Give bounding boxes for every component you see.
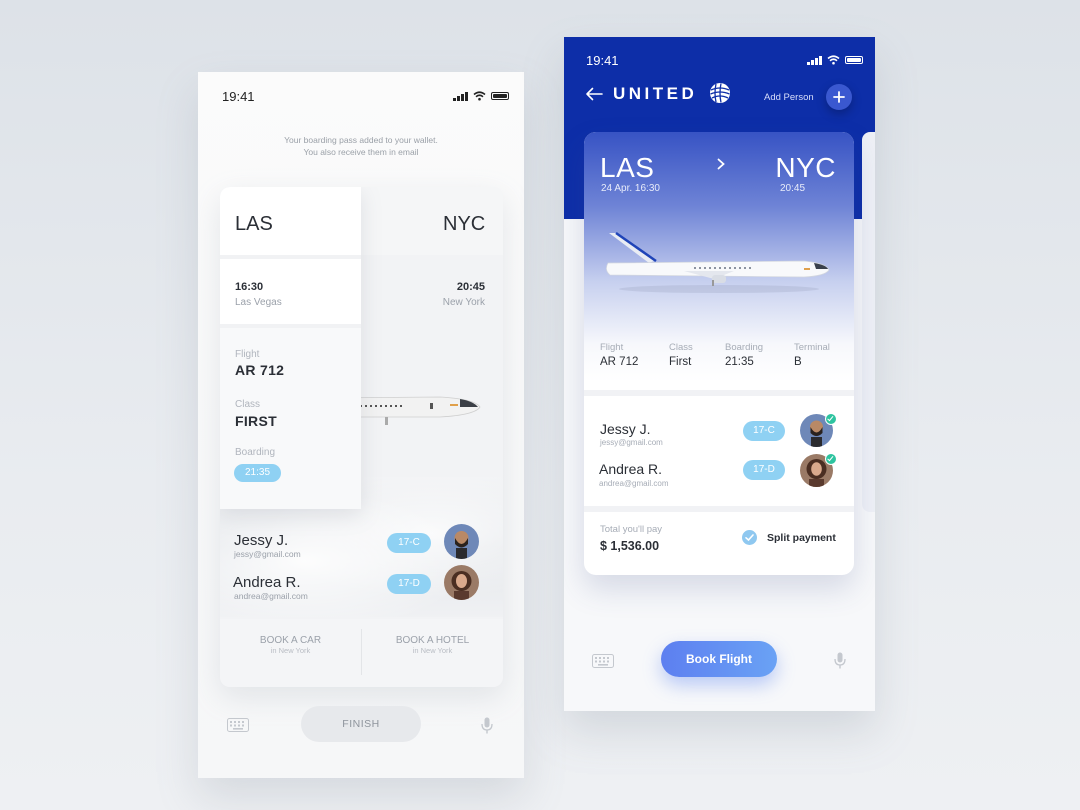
boarding-pass-card: LAS NYC 16:30 Las Vegas 20:45 New York F… <box>220 187 503 687</box>
passenger-1-seat[interactable]: 17-C <box>387 533 431 553</box>
arrive-time: 20:45 <box>456 281 485 293</box>
book-car-sub: in New York <box>270 646 311 655</box>
passenger-1-email: jessy@gmail.com <box>600 438 663 447</box>
passenger-1-name: Jessy J. <box>234 532 289 549</box>
arrive-city: New York <box>442 297 485 308</box>
origin-datetime: 24 Apr. 16:30 <box>601 183 660 194</box>
origin-code: LAS <box>235 213 273 235</box>
add-person-button[interactable] <box>826 84 852 110</box>
status-icons <box>453 91 509 101</box>
book-hotel-label: BOOK A HOTEL <box>395 635 470 646</box>
detail-terminal-label: Terminal <box>794 342 830 353</box>
book-flight-button[interactable]: Book Flight <box>661 641 777 677</box>
class-label: Class <box>235 399 261 410</box>
passenger-2-name: Andrea R. <box>599 461 663 477</box>
flight-value: AR 712 <box>235 362 285 378</box>
book-car-button[interactable]: BOOK A CAR in New York <box>220 635 361 655</box>
book-hotel-sub: in New York <box>412 646 453 655</box>
wifi-icon <box>826 55 840 65</box>
passenger-1-seat[interactable]: 17-C <box>743 421 785 441</box>
passenger-2-avatar <box>444 565 479 600</box>
passenger-1-name: Jessy J. <box>600 421 651 437</box>
wallet-notice: Your boarding pass added to your wallet.… <box>198 134 524 158</box>
total-label: Total you'll pay <box>600 524 663 535</box>
card-divider-2 <box>584 506 854 512</box>
check-icon <box>745 534 754 542</box>
status-time: 19:41 <box>222 89 255 104</box>
notice-line-1: Your boarding pass added to your wallet. <box>284 135 438 145</box>
passenger-1-email: jessy@gmail.com <box>234 549 301 559</box>
destination-code: NYC <box>443 213 486 235</box>
detail-boarding-value: 21:35 <box>725 356 754 368</box>
battery-icon <box>844 56 863 64</box>
boarding-label: Boarding <box>235 447 276 458</box>
passenger-2-email: andrea@gmail.com <box>234 591 308 601</box>
detail-class-value: First <box>669 356 692 368</box>
next-card-peek <box>862 132 875 512</box>
status-icons <box>807 55 863 65</box>
detail-flight-label: Flight <box>600 342 624 353</box>
detail-flight-value: AR 712 <box>600 356 639 368</box>
microphone-icon[interactable] <box>481 717 493 734</box>
passenger-2-check-icon <box>825 453 837 465</box>
flight-label: Flight <box>235 349 260 360</box>
origin-code: LAS <box>600 152 655 183</box>
plus-icon <box>833 91 845 103</box>
passenger-2-name: Andrea R. <box>233 574 301 591</box>
add-person-label[interactable]: Add Person <box>764 92 814 103</box>
class-value: FIRST <box>235 413 277 429</box>
boarding-time-pill: 21:35 <box>234 464 281 482</box>
wifi-icon <box>472 91 486 101</box>
split-payment-checkbox[interactable] <box>742 530 757 545</box>
united-wordmark: UNITED <box>613 84 698 103</box>
passenger-1-check-icon <box>825 413 837 425</box>
battery-icon <box>490 92 509 100</box>
book-car-label: BOOK A CAR <box>259 635 322 646</box>
book-hotel-button[interactable]: BOOK A HOTEL in New York <box>362 635 503 655</box>
microphone-icon[interactable] <box>834 652 846 669</box>
airplane-image <box>606 231 830 293</box>
passenger-2-seat[interactable]: 17-D <box>743 460 785 480</box>
passenger-2-seat[interactable]: 17-D <box>387 574 431 594</box>
keyboard-icon[interactable] <box>592 654 614 668</box>
finish-button[interactable]: FINISH <box>301 706 421 742</box>
notice-line-2: You also receive them in email <box>303 147 419 157</box>
split-payment-label[interactable]: Split payment <box>767 532 836 544</box>
signal-icon <box>453 91 468 101</box>
depart-time: 16:30 <box>235 281 264 293</box>
total-value: $ 1,536.00 <box>600 539 660 553</box>
united-booking-screen: 19:41 UNITED Add Person LAS 24 Apr. 16:3… <box>564 37 875 711</box>
passenger-2-email: andrea@gmail.com <box>599 479 669 488</box>
flight-card[interactable]: LAS 24 Apr. 16:30 NYC 20:45 Flight AR 71… <box>584 132 854 575</box>
united-globe-logo <box>710 83 730 103</box>
arrive-time: 20:45 <box>780 183 806 194</box>
detail-class-label: Class <box>669 342 693 353</box>
card-divider <box>584 390 854 396</box>
detail-boarding-label: Boarding <box>725 342 764 353</box>
destination-code: NYC <box>775 152 836 183</box>
chevron-right-icon <box>717 158 725 170</box>
passenger-1-avatar <box>444 524 479 559</box>
boarding-pass-screen: 19:41 Your boarding pass added to your w… <box>198 72 524 778</box>
keyboard-icon[interactable] <box>227 718 249 732</box>
depart-city: Las Vegas <box>235 297 282 308</box>
back-arrow-icon[interactable] <box>585 87 603 101</box>
detail-terminal-value: B <box>794 356 802 368</box>
status-time: 19:41 <box>586 53 619 68</box>
signal-icon <box>807 55 822 65</box>
